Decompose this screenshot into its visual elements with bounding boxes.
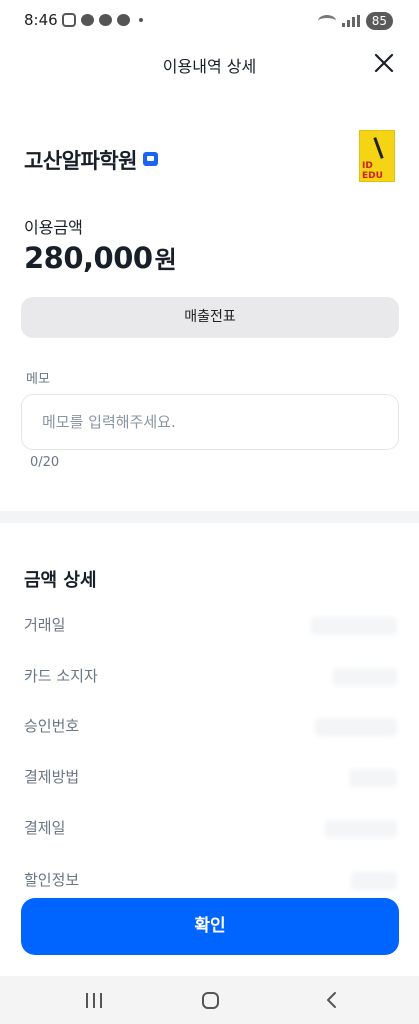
amount-value: 280,000 bbox=[24, 241, 153, 275]
system-nav-bar bbox=[0, 976, 419, 1024]
back-icon[interactable] bbox=[322, 990, 342, 1010]
details-title: 금액 상세 bbox=[24, 570, 97, 591]
screenshot-icon bbox=[62, 13, 76, 27]
detail-row-cardholder: 카드 소지자 bbox=[24, 665, 397, 689]
detail-label: 거래일 bbox=[24, 616, 66, 634]
memo-char-count: 0/20 bbox=[30, 455, 60, 470]
detail-row-approval-number: 승인번호 bbox=[24, 715, 397, 739]
detail-label: 결제방법 bbox=[24, 768, 80, 786]
detail-row-discount-info: 할인정보 bbox=[24, 869, 397, 893]
memo-label: 메모 bbox=[26, 372, 50, 387]
detail-value-redacted bbox=[351, 872, 397, 890]
merchant-section: 고산알파학원 ID EDU bbox=[24, 130, 397, 184]
sales-slip-button[interactable]: 매출전표 bbox=[21, 297, 399, 338]
merchant-badge-icon[interactable] bbox=[142, 152, 158, 166]
detail-label: 결제일 bbox=[24, 819, 66, 837]
detail-row-transaction-date: 거래일 bbox=[24, 614, 397, 638]
memo-input[interactable] bbox=[21, 394, 399, 450]
detail-label: 승인번호 bbox=[24, 717, 80, 735]
detail-label: 할인정보 bbox=[24, 871, 80, 889]
close-icon[interactable] bbox=[373, 52, 395, 74]
detail-row-payment-date: 결제일 bbox=[24, 817, 397, 841]
merchant-name: 고산알파학원 bbox=[24, 149, 137, 173]
pinwheel-icon bbox=[117, 14, 130, 26]
detail-value-redacted bbox=[311, 617, 397, 635]
screen: 8:46 85 이용내역 상세 고산알파학원 ID EDU 이용금액 280,0… bbox=[0, 0, 419, 1024]
chat-icon bbox=[99, 14, 112, 26]
detail-label: 카드 소지자 bbox=[24, 667, 98, 685]
detail-value-redacted bbox=[333, 668, 397, 686]
logo-text-line2: EDU bbox=[362, 171, 383, 181]
header: 이용내역 상세 bbox=[0, 44, 419, 84]
logo-mark bbox=[373, 137, 384, 159]
logo-text: ID EDU bbox=[362, 161, 383, 181]
amount-label: 이용금액 bbox=[24, 218, 83, 237]
detail-value-redacted bbox=[325, 820, 397, 838]
merchant-name-wrap: 고산알파학원 bbox=[24, 145, 158, 175]
amount-value-wrap: 280,000원 bbox=[24, 240, 177, 275]
home-icon[interactable] bbox=[202, 992, 219, 1009]
system-icons: 85 bbox=[317, 12, 393, 30]
status-bar: 8:46 85 bbox=[0, 0, 419, 44]
notification-icons bbox=[62, 13, 143, 27]
signal-icon bbox=[341, 15, 360, 27]
logo-text-line1: ID bbox=[362, 161, 373, 171]
wifi-icon bbox=[317, 15, 336, 27]
amount-unit: 원 bbox=[154, 246, 177, 274]
confirm-button[interactable]: 확인 bbox=[21, 898, 399, 955]
page-title: 이용내역 상세 bbox=[162, 57, 257, 76]
status-time: 8:46 bbox=[24, 11, 58, 29]
battery-icon: 85 bbox=[365, 12, 393, 30]
section-divider bbox=[0, 511, 419, 523]
detail-row-payment-method: 결제방법 bbox=[24, 766, 397, 790]
detail-value-redacted bbox=[349, 769, 397, 787]
merchant-logo: ID EDU bbox=[359, 130, 395, 182]
talk-icon bbox=[81, 14, 94, 26]
recent-apps-icon[interactable] bbox=[86, 993, 102, 1008]
more-notifications-icon bbox=[139, 18, 143, 22]
detail-value-redacted bbox=[315, 718, 397, 736]
